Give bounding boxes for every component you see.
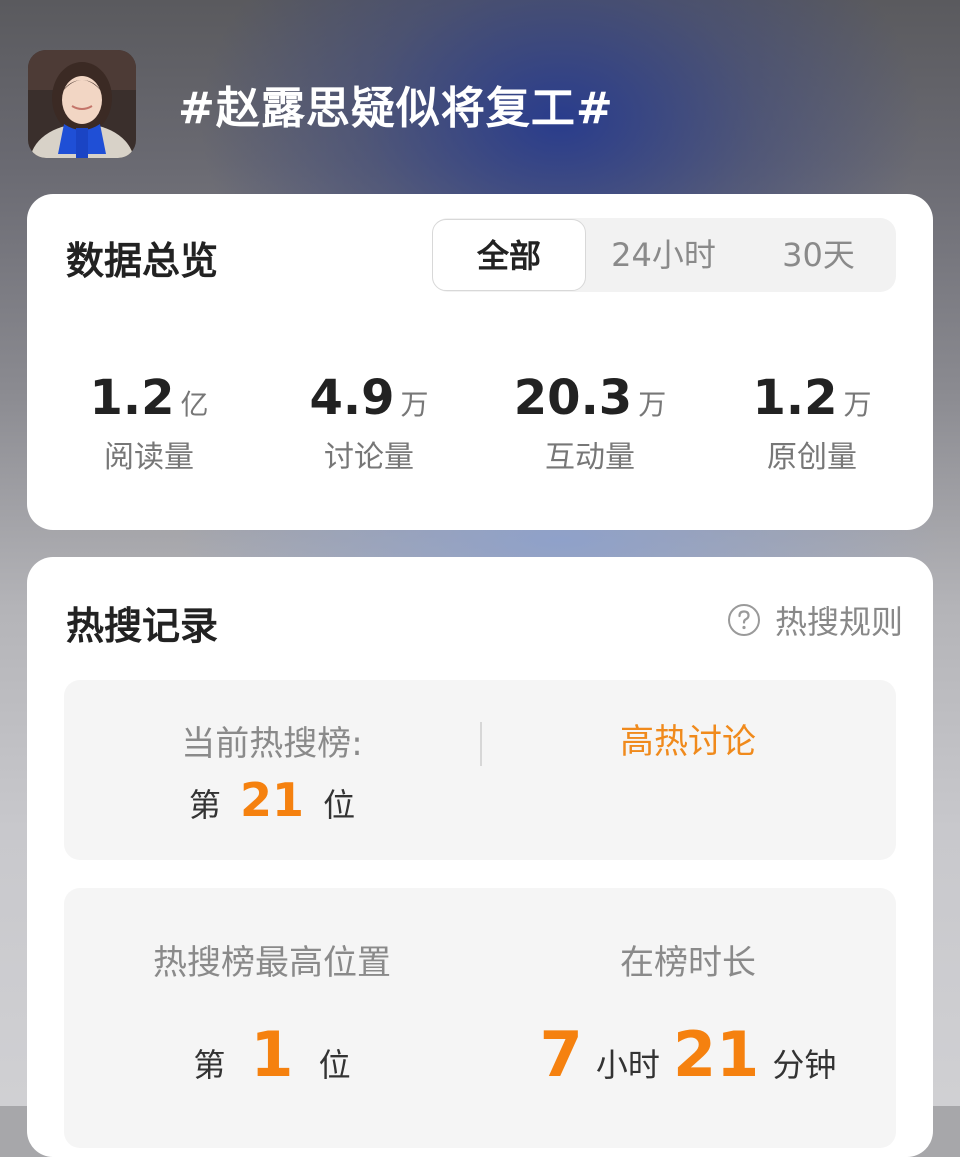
duration-minutes-value: 21 — [672, 1018, 760, 1091]
tab-30d[interactable]: 30天 — [741, 218, 896, 292]
stat-interaction-unit: 万 — [638, 388, 667, 421]
tab-all[interactable]: 全部 — [432, 219, 586, 291]
avatar[interactable] — [28, 50, 136, 158]
hot-search-title: 热搜记录 — [66, 604, 219, 648]
stat-interaction-value: 20.3 — [513, 370, 633, 426]
current-rank-prefix: 第 — [188, 786, 221, 824]
hot-search-rules-label: 热搜规则 — [774, 603, 903, 641]
stat-original-value: 1.2 — [752, 370, 838, 426]
help-circle-icon — [727, 604, 760, 636]
heat-status-tag: 高热讨论 — [620, 722, 756, 762]
rank-history-panel: 热搜榜最高位置 第 1 位 在榜时长 7 小时 21 分钟 — [64, 888, 896, 1148]
best-rank-prefix: 第 — [193, 1046, 226, 1084]
stat-read-value: 1.2 — [89, 370, 175, 426]
data-overview-card: 数据总览 全部 24小时 30天 1.2 亿 阅读量 4.9 万 讨论量 20.3 万… — [27, 194, 933, 530]
duration-line: 7 小时 21 分钟 — [480, 1020, 896, 1090]
stat-read-label: 阅读量 — [104, 440, 194, 475]
hot-search-card: 热搜记录 热搜规则 当前热搜榜: 第 21 位 高热讨论 热搜榜最高位置 第 1… — [27, 557, 933, 1157]
stat-discussion-unit: 万 — [400, 388, 429, 421]
stat-original-label: 原创量 — [767, 440, 857, 475]
current-rank-value: 21 — [239, 773, 304, 827]
stat-read: 1.2 亿 阅读量 — [36, 370, 262, 476]
current-rank-label: 当前热搜榜: — [181, 724, 363, 764]
duration-section: 在榜时长 7 小时 21 分钟 — [480, 888, 896, 1090]
best-rank-label: 热搜榜最高位置 — [153, 943, 391, 983]
topic-header: #赵露思疑似将复工# — [28, 50, 614, 158]
duration-minutes-unit: 分钟 — [772, 1046, 837, 1084]
hot-search-rules-link[interactable]: 热搜规则 — [727, 597, 903, 643]
tab-24h[interactable]: 24小时 — [586, 218, 741, 292]
stat-discussion: 4.9 万 讨论量 — [256, 370, 482, 476]
current-rank-suffix: 位 — [323, 786, 356, 824]
stats-row: 1.2 亿 阅读量 4.9 万 讨论量 20.3 万 互动量 1.2 万 原创量 — [27, 370, 933, 480]
avatar-photo — [28, 50, 136, 158]
stat-original-unit: 万 — [843, 388, 872, 421]
stat-discussion-label: 讨论量 — [324, 440, 414, 475]
current-rank-panel: 当前热搜榜: 第 21 位 高热讨论 — [64, 680, 896, 860]
best-rank-value: 1 — [250, 1018, 294, 1091]
data-overview-title: 数据总览 — [66, 239, 219, 283]
stat-interaction: 20.3 万 互动量 — [477, 370, 703, 476]
topic-title: #赵露思疑似将复工# — [178, 83, 614, 134]
heat-tag-section: 高热讨论 — [480, 680, 896, 764]
time-range-tabs: 全部 24小时 30天 — [432, 218, 896, 292]
best-rank-section: 热搜榜最高位置 第 1 位 — [64, 888, 480, 1090]
stat-read-unit: 亿 — [180, 388, 209, 421]
current-rank-line: 第 21 位 — [64, 772, 480, 828]
current-rank-section: 当前热搜榜: 第 21 位 — [64, 680, 480, 828]
stat-discussion-value: 4.9 — [309, 370, 395, 426]
best-rank-suffix: 位 — [318, 1046, 351, 1084]
duration-hours-unit: 小时 — [595, 1046, 660, 1084]
duration-label: 在榜时长 — [620, 943, 756, 983]
duration-hours-value: 7 — [539, 1018, 583, 1091]
stat-interaction-label: 互动量 — [545, 440, 635, 475]
best-rank-line: 第 1 位 — [64, 1020, 480, 1090]
stat-original: 1.2 万 原创量 — [699, 370, 925, 476]
